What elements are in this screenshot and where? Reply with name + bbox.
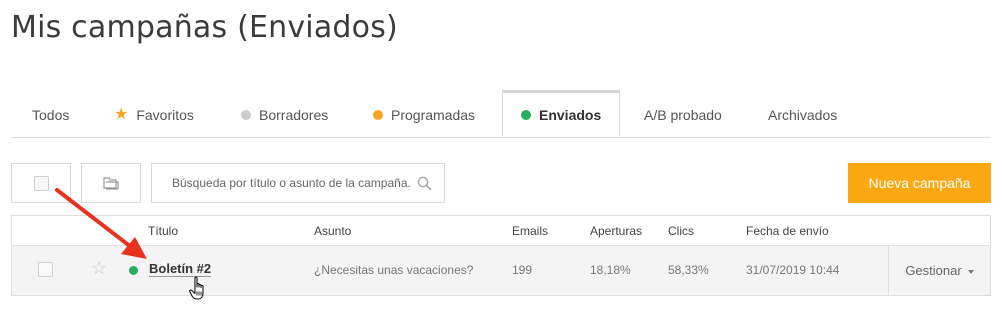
search-box bbox=[151, 163, 445, 203]
column-header-title[interactable]: Título bbox=[148, 224, 178, 238]
campaign-subject: ¿Necesitas unas vacaciones? bbox=[314, 263, 474, 277]
tab-enviados[interactable]: Enviados bbox=[502, 90, 621, 137]
column-header-clicks[interactable]: Clics bbox=[668, 224, 694, 238]
hand-pointer-cursor-icon bbox=[189, 276, 204, 300]
status-dot-icon bbox=[373, 110, 383, 120]
folder-icon bbox=[103, 177, 119, 190]
move-to-folder-button[interactable] bbox=[81, 163, 141, 203]
tab-archivados[interactable]: Archivados bbox=[768, 92, 837, 138]
status-dot-icon bbox=[241, 110, 251, 120]
row-checkbox[interactable] bbox=[38, 262, 53, 277]
tab-label: Enviados bbox=[539, 106, 602, 123]
status-dot-icon bbox=[521, 109, 531, 120]
tab-programadas[interactable]: Programadas bbox=[373, 92, 475, 138]
search-input[interactable] bbox=[152, 164, 412, 202]
campaign-title-link[interactable]: Boletín #2 bbox=[149, 261, 211, 276]
campaigns-table: Título Asunto Emails Aperturas Clics Fec… bbox=[11, 215, 991, 296]
page-title: Mis campañas (Enviados) bbox=[11, 10, 398, 45]
new-campaign-button[interactable]: Nueva campaña bbox=[848, 163, 991, 203]
status-dot-icon bbox=[129, 266, 138, 275]
manage-dropdown[interactable]: Gestionar bbox=[888, 246, 990, 295]
tab-label: Programadas bbox=[391, 107, 476, 123]
select-all-checkbox[interactable] bbox=[11, 163, 71, 203]
table-header: Título Asunto Emails Aperturas Clics Fec… bbox=[12, 216, 990, 246]
campaign-emails: 199 bbox=[512, 263, 533, 277]
tab-label: Todos bbox=[32, 107, 70, 123]
column-header-opens[interactable]: Aperturas bbox=[590, 224, 642, 238]
tab-ab-probado[interactable]: A/B probado bbox=[644, 92, 722, 138]
column-header-subject[interactable]: Asunto bbox=[314, 224, 351, 238]
search-icon[interactable] bbox=[417, 176, 432, 191]
table-row: ☆ Boletín #2 ¿Necesitas unas vacaciones?… bbox=[12, 246, 990, 295]
campaign-tabs: Todos ★ Favoritos Borradores Programadas… bbox=[11, 90, 991, 138]
tab-label: A/B probado bbox=[644, 107, 722, 123]
tab-todos[interactable]: Todos bbox=[32, 92, 69, 138]
column-header-sent-date[interactable]: Fecha de envío bbox=[746, 224, 829, 238]
tab-label: Archivados bbox=[768, 107, 838, 123]
caret-down-icon bbox=[967, 269, 974, 274]
tab-label: Borradores bbox=[259, 107, 329, 123]
star-icon[interactable]: ☆ bbox=[91, 259, 107, 277]
star-icon: ★ bbox=[114, 106, 129, 123]
tab-favoritos[interactable]: ★ Favoritos bbox=[114, 92, 194, 138]
campaign-opens: 18,18% bbox=[590, 263, 631, 277]
checkbox-icon bbox=[34, 176, 49, 191]
campaign-clicks: 58,33% bbox=[668, 263, 709, 277]
column-header-emails[interactable]: Emails bbox=[512, 224, 548, 238]
campaign-sent-date: 31/07/2019 10:44 bbox=[746, 263, 840, 277]
manage-label: Gestionar bbox=[905, 263, 962, 278]
tab-borradores[interactable]: Borradores bbox=[241, 92, 328, 138]
tab-label: Favoritos bbox=[136, 107, 194, 123]
